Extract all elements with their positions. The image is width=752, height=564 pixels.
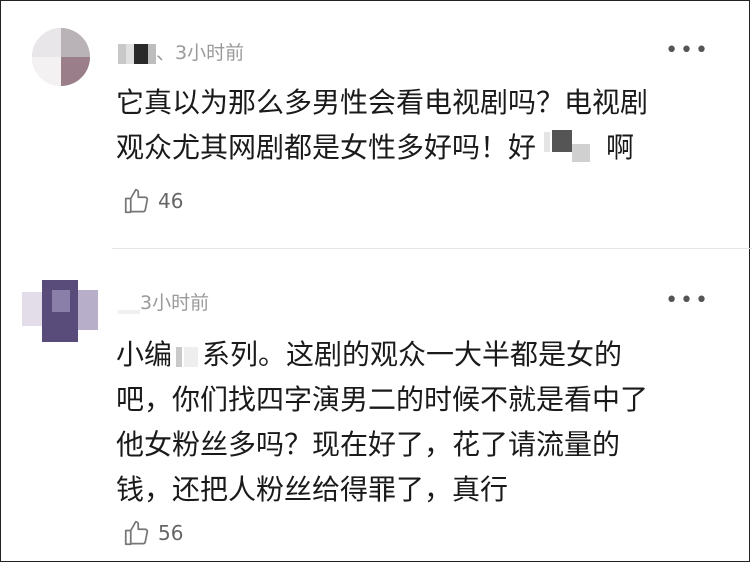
comment-meta: 3小时前 — [118, 288, 209, 315]
more-dots-icon[interactable]: ••• — [665, 40, 710, 62]
thumbs-up-icon — [124, 520, 149, 546]
comment-meta: 、3小时前 — [118, 38, 244, 65]
comment-line-text: 系列。这剧的观众一大半都是女的 — [202, 338, 623, 371]
redacted-text — [172, 341, 202, 371]
more-dots-icon[interactable]: ••• — [665, 290, 710, 312]
comment-line: 它真以为那么多男性会看电视剧吗？电视剧 — [116, 86, 649, 119]
comment-text: 小编 系列。这剧的观众一大半都是女的 吧，你们找四字演男二的时候不就是看中了 他… — [116, 332, 716, 512]
comment-line: 观众尤其网剧都是女性多好吗！好 啊 — [116, 125, 716, 170]
comment-line: 钱，还把人粉丝给得罪了，真行 — [116, 473, 509, 506]
avatar[interactable] — [22, 280, 98, 342]
comment-line-text: 小编 — [116, 338, 173, 371]
like-count: 56 — [158, 521, 184, 545]
comment-item: 3小时前 ••• 小编 系列。这剧的观众一大半都是女的 吧，你们找四字演男二的时… — [0, 250, 750, 562]
username-separator: 、 — [156, 42, 176, 64]
comment-line-text: 观众尤其网剧都是女性多好吗！好 — [116, 131, 537, 164]
comment-line: 他女粉丝多吗？现在好了，花了请流量的 — [116, 428, 621, 461]
like-button[interactable]: 56 — [122, 518, 183, 548]
comment-line-text-end: 啊 — [606, 131, 635, 164]
thumbs-up-icon — [124, 188, 149, 214]
comment-item: 、3小时前 ••• 它真以为那么多男性会看电视剧吗？电视剧 观众尤其网剧都是女性… — [0, 0, 750, 248]
username-redacted[interactable] — [118, 43, 156, 64]
comment-text: 它真以为那么多男性会看电视剧吗？电视剧 观众尤其网剧都是女性多好吗！好 啊 — [116, 80, 716, 170]
like-count: 46 — [158, 189, 184, 213]
redacted-text — [536, 130, 606, 168]
comment-divider — [112, 248, 752, 249]
comment-time: 3小时前 — [175, 42, 245, 64]
comment-line: 吧，你们找四字演男二的时候不就是看中了 — [116, 383, 649, 416]
username-redacted[interactable] — [118, 294, 140, 314]
like-button[interactable]: 46 — [122, 186, 183, 216]
comment-line: 小编 系列。这剧的观众一大半都是女的 — [116, 332, 716, 377]
avatar[interactable] — [32, 28, 90, 86]
comment-time: 3小时前 — [140, 292, 210, 314]
